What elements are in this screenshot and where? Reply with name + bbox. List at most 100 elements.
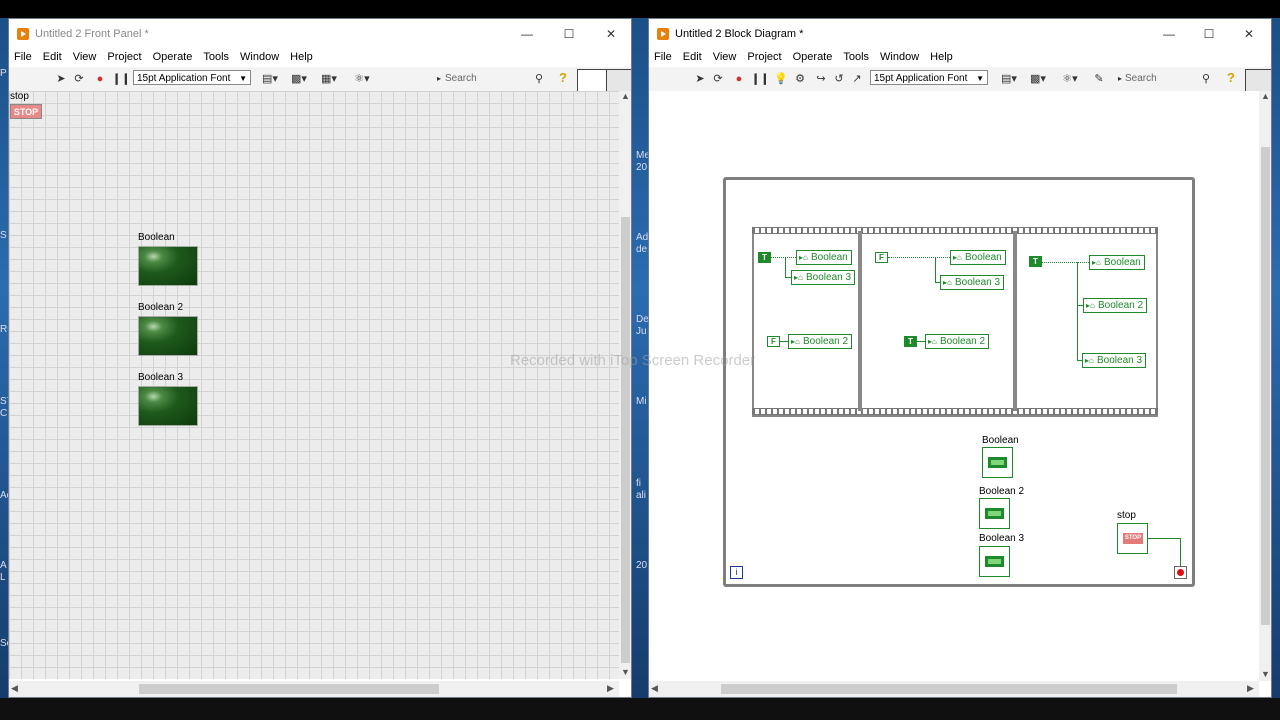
search-input[interactable]: Search [445,71,477,86]
step-over-icon[interactable]: ↺ [833,73,845,85]
menu-project[interactable]: Project [747,51,781,63]
true-constant[interactable]: T [1029,256,1042,267]
close-button[interactable]: ✕ [1229,19,1269,49]
context-help-icon[interactable]: ? [1227,70,1241,86]
vertical-scrollbar[interactable]: ▲ ▼ [619,91,631,679]
true-constant[interactable]: T [758,252,771,263]
menu-view[interactable]: View [73,51,97,63]
run-arrow-icon[interactable]: ➤ [55,73,67,85]
scroll-right-icon[interactable]: ▶ [1247,683,1254,694]
abort-icon[interactable]: ● [94,73,106,85]
iteration-terminal: i [730,566,743,579]
close-button[interactable]: ✕ [591,19,631,49]
menu-tools[interactable]: Tools [843,51,869,63]
pause-icon[interactable]: ❙❙ [112,73,130,85]
loop-condition-terminal-icon[interactable] [1174,566,1187,579]
menu-file[interactable]: File [14,51,32,63]
local-variable-boolean[interactable]: Boolean [796,250,852,265]
block-diagram-canvas[interactable]: T Boolean Boolean 3 F Boolean 2 F Boolea… [649,91,1259,681]
boolean-3-label: Boolean 3 [138,372,184,383]
vi-icon[interactable] [606,69,631,93]
distribute-objects-icon[interactable]: ▩▾ [1028,73,1048,85]
desktop-label: L [0,572,6,583]
stop-control-terminal[interactable]: STOP [1117,523,1148,554]
search-icon[interactable]: ⚲ [1200,73,1212,85]
minimize-button[interactable]: — [507,19,547,49]
horizontal-scrollbar[interactable]: ◀ ▶ [9,681,619,697]
menu-edit[interactable]: Edit [683,51,702,63]
local-variable-boolean[interactable]: Boolean [950,250,1006,265]
local-variable-boolean-2[interactable]: Boolean 2 [925,334,990,349]
scroll-right-icon[interactable]: ▶ [607,683,614,694]
scroll-left-icon[interactable]: ◀ [651,683,658,694]
search-input[interactable]: Search [1125,71,1157,86]
boolean-terminal[interactable] [982,447,1013,478]
menu-window[interactable]: Window [240,51,279,63]
vertical-scroll-thumb[interactable] [1261,147,1270,625]
toolbar-expand-icon[interactable]: ▸ [433,73,445,85]
menu-tools[interactable]: Tools [203,51,229,63]
menu-help[interactable]: Help [290,51,313,63]
clean-up-diagram-icon[interactable]: ✎ [1090,73,1108,85]
font-select[interactable]: 15pt Application Font ▼ [870,70,988,85]
run-continuously-icon[interactable]: ⟳ [73,73,85,85]
local-variable-boolean-3[interactable]: Boolean 3 [940,275,1005,290]
menu-operate[interactable]: Operate [153,51,193,63]
abort-icon[interactable]: ● [733,73,745,85]
pause-icon[interactable]: ❙❙ [751,73,769,85]
run-continuously-icon[interactable]: ⟳ [712,73,724,85]
boolean-2-terminal[interactable] [979,498,1010,529]
local-variable-boolean[interactable]: Boolean [1089,255,1145,270]
menu-view[interactable]: View [713,51,737,63]
connector-pane-icon[interactable] [577,69,607,93]
highlight-execution-icon[interactable]: 💡 [774,73,788,85]
terminal-label: Boolean 3 [979,533,1025,544]
scroll-up-icon[interactable]: ▲ [1261,91,1270,101]
menu-help[interactable]: Help [930,51,953,63]
step-into-icon[interactable]: ↪ [815,73,827,85]
menu-window[interactable]: Window [880,51,919,63]
distribute-objects-icon[interactable]: ▩▾ [289,73,309,85]
align-objects-icon[interactable]: ▤▾ [999,73,1019,85]
stop-button[interactable]: STOP [10,104,42,119]
vi-icon[interactable] [1245,69,1271,93]
labview-app-icon [17,28,29,40]
horizontal-scroll-thumb[interactable] [721,684,1177,694]
scroll-up-icon[interactable]: ▲ [621,91,630,101]
menu-file[interactable]: File [654,51,672,63]
local-variable-boolean-3[interactable]: Boolean 3 [791,270,856,285]
menu-bar: File Edit View Project Operate Tools Win… [649,47,1271,67]
maximize-button[interactable]: ☐ [1189,19,1229,49]
menu-edit[interactable]: Edit [43,51,62,63]
horizontal-scroll-thumb[interactable] [139,684,439,694]
search-icon[interactable]: ⚲ [533,73,545,85]
maximize-button[interactable]: ☐ [549,19,589,49]
retain-wire-values-icon[interactable]: ⚙ [794,73,806,85]
local-variable-boolean-3[interactable]: Boolean 3 [1082,353,1147,368]
scroll-down-icon[interactable]: ▼ [621,667,630,677]
run-arrow-icon[interactable]: ➤ [694,73,706,85]
boolean-3-terminal[interactable] [979,546,1010,577]
desktop-label: De [636,314,649,325]
local-variable-boolean-2[interactable]: Boolean 2 [1083,298,1148,313]
false-constant[interactable]: F [767,336,780,347]
vertical-scroll-thumb[interactable] [621,217,630,663]
scroll-down-icon[interactable]: ▼ [1261,669,1270,679]
menu-operate[interactable]: Operate [793,51,833,63]
minimize-button[interactable]: — [1149,19,1189,49]
align-objects-icon[interactable]: ▤▾ [260,73,280,85]
resize-objects-icon[interactable]: ▦▾ [318,73,340,85]
front-panel-canvas[interactable]: stop STOP Boolean Boolean 2 Boolean 3 [9,91,619,679]
scroll-left-icon[interactable]: ◀ [11,683,18,694]
reorder-icon[interactable]: ⚛▾ [351,73,373,85]
true-constant[interactable]: T [904,336,917,347]
vertical-scrollbar[interactable]: ▲ ▼ [1259,91,1271,681]
false-constant[interactable]: F [875,252,888,263]
reorder-icon[interactable]: ⚛▾ [1059,73,1081,85]
local-variable-boolean-2[interactable]: Boolean 2 [788,334,853,349]
horizontal-scrollbar[interactable]: ◀ ▶ [649,681,1259,697]
font-select[interactable]: 15pt Application Font ▼ [133,70,251,85]
step-out-icon[interactable]: ↗ [851,73,863,85]
context-help-icon[interactable]: ? [559,70,573,86]
menu-project[interactable]: Project [107,51,141,63]
